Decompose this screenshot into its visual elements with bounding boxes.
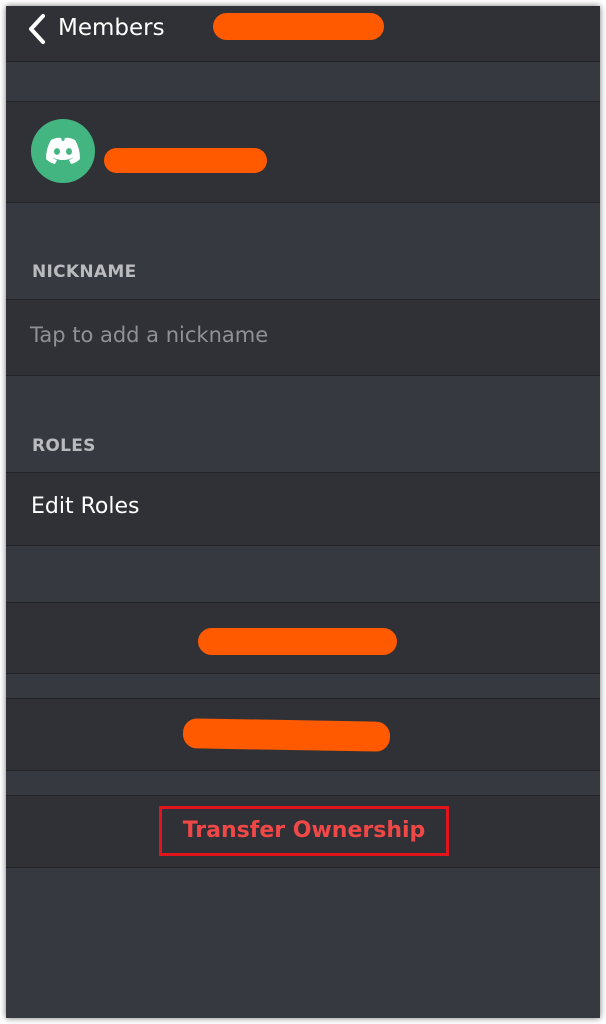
- redacted-action-row-1[interactable]: [6, 602, 600, 674]
- redacted-action-label-2: [182, 718, 391, 752]
- avatar: [31, 119, 95, 183]
- discord-logo-icon: [46, 137, 80, 164]
- nickname-row[interactable]: Tap to add a nickname: [6, 299, 600, 376]
- transfer-ownership-button[interactable]: Transfer Ownership: [162, 809, 446, 853]
- screenshot-frame: Members NICKNAME Tap to add a nickname R…: [0, 0, 606, 1024]
- header-bar: Members: [6, 6, 600, 62]
- redacted-server-name: [213, 13, 384, 40]
- edit-roles-button[interactable]: Edit Roles: [31, 494, 139, 519]
- edit-roles-row[interactable]: Edit Roles: [6, 472, 600, 546]
- roles-section-header: ROLES: [32, 436, 96, 456]
- redacted-action-label-1: [198, 628, 397, 655]
- highlight-box: Transfer Ownership: [159, 806, 449, 856]
- redacted-action-row-2[interactable]: [6, 698, 600, 771]
- transfer-ownership-row[interactable]: Transfer Ownership: [6, 795, 600, 868]
- back-button-label[interactable]: Members: [58, 13, 165, 43]
- member-profile-row: [6, 101, 600, 203]
- nickname-section-header: NICKNAME: [32, 262, 137, 282]
- chevron-left-icon[interactable]: [26, 13, 48, 49]
- redacted-username: [104, 148, 267, 173]
- member-settings-screen: Members NICKNAME Tap to add a nickname R…: [6, 6, 600, 1018]
- nickname-input[interactable]: Tap to add a nickname: [30, 323, 268, 347]
